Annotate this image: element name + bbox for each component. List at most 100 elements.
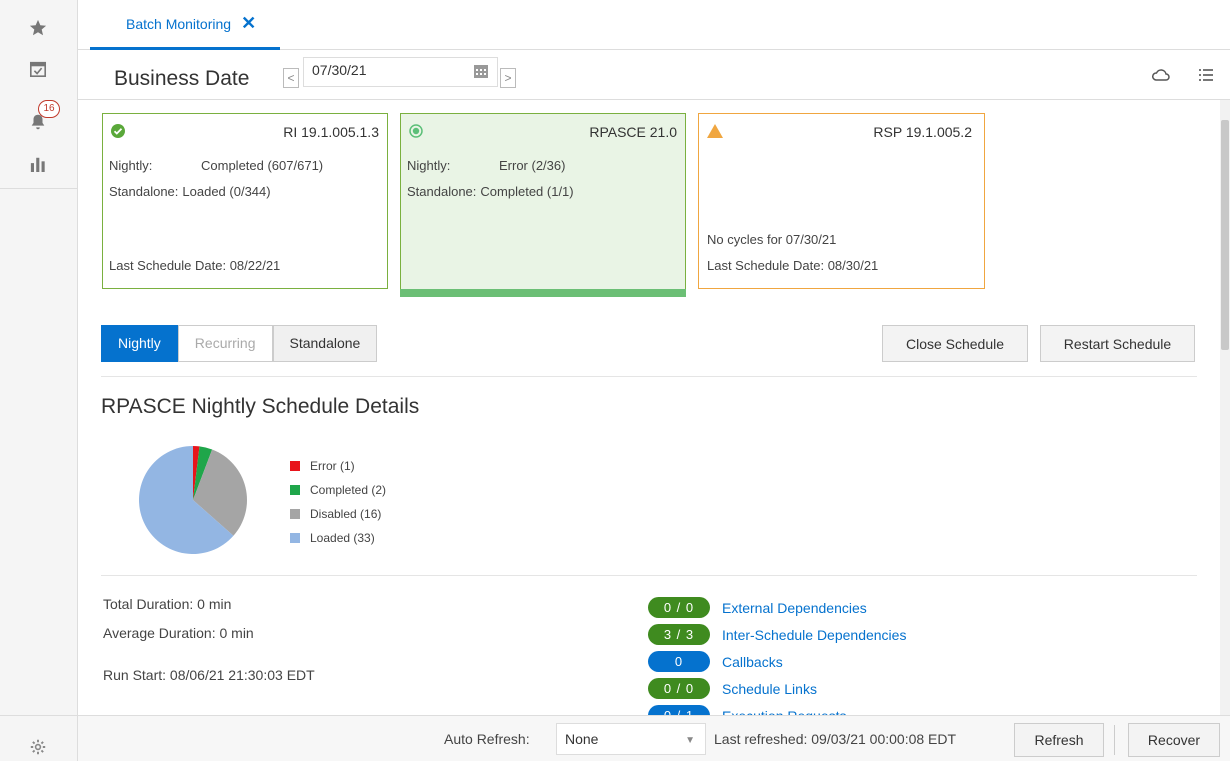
bell-icon[interactable]: 16 bbox=[24, 100, 60, 136]
dependency-count-badge: 0 / 1 bbox=[648, 705, 710, 715]
auto-refresh-select[interactable]: None ▼ bbox=[556, 723, 706, 755]
pie-legend: Error (1) Completed (2) Disabled (16) Loade… bbox=[290, 454, 386, 550]
legend-label: Disabled (16) bbox=[310, 507, 382, 521]
dependency-row: 0 / 1 Execution Requests bbox=[648, 702, 906, 715]
tab-strip: Batch Monitoring ✕ bbox=[78, 0, 1230, 50]
schedule-details-title: RPASCE Nightly Schedule Details bbox=[101, 395, 420, 418]
running-status-icon bbox=[409, 124, 423, 138]
average-duration: Average Duration: 0 min bbox=[103, 625, 254, 641]
application-card-ri[interactable]: RI 19.1.005.1.3 Nightly: Completed (607/6… bbox=[102, 113, 388, 289]
warning-icon bbox=[707, 124, 723, 138]
selected-card-indicator bbox=[400, 289, 686, 297]
legend-label: Completed (2) bbox=[310, 483, 387, 497]
application-card-rsp[interactable]: RSP 19.1.005.2 No cycles for 07/30/21 La… bbox=[698, 113, 985, 289]
auto-refresh-value: None bbox=[565, 731, 599, 747]
dependency-row: 0 / 0 Schedule Links bbox=[648, 675, 906, 702]
standalone-label: Standalone: bbox=[109, 184, 179, 199]
section-divider bbox=[101, 575, 1197, 576]
calendar-icon[interactable] bbox=[473, 63, 489, 79]
business-date-bar: Business Date < > bbox=[78, 50, 1230, 100]
legend-swatch bbox=[290, 461, 300, 471]
check-circle-icon bbox=[111, 124, 125, 138]
dependency-count-badge: 3 / 3 bbox=[648, 624, 710, 645]
legend-item: Completed (2) bbox=[290, 478, 386, 502]
footer-divider bbox=[1114, 725, 1115, 755]
calendar-check-icon[interactable] bbox=[24, 55, 52, 83]
nightly-label: Nightly: bbox=[407, 158, 451, 173]
nightly-status-row: Nightly: Error (2/36) bbox=[407, 158, 565, 173]
auto-refresh-label: Auto Refresh: bbox=[444, 731, 530, 747]
legend-swatch bbox=[290, 509, 300, 519]
nightly-status-row: Nightly: Completed (607/671) bbox=[109, 158, 323, 173]
application-card-rpasce[interactable]: RPASCE 21.0 Nightly: Error (2/36) Standal… bbox=[400, 113, 686, 297]
card-title: RI 19.1.005.1.3 bbox=[283, 124, 379, 140]
refresh-button[interactable]: Refresh bbox=[1014, 723, 1104, 757]
bar-chart-icon[interactable] bbox=[24, 150, 52, 178]
dependency-count-badge: 0 bbox=[648, 651, 710, 672]
dependency-count-badge: 0 / 0 bbox=[648, 678, 710, 699]
next-date-button[interactable]: > bbox=[500, 68, 516, 88]
dependency-count-badge: 0 / 0 bbox=[648, 597, 710, 618]
card-title: RPASCE 21.0 bbox=[589, 124, 677, 140]
section-divider bbox=[101, 376, 1197, 377]
dependency-link[interactable]: Schedule Links bbox=[722, 681, 817, 697]
close-icon[interactable]: ✕ bbox=[241, 13, 256, 34]
business-date-label: Business Date bbox=[114, 67, 250, 90]
dependency-link[interactable]: Inter-Schedule Dependencies bbox=[722, 627, 906, 643]
legend-label: Error (1) bbox=[310, 459, 355, 473]
standalone-status-row: Standalone: Completed (1/1) bbox=[407, 184, 574, 199]
legend-item: Disabled (16) bbox=[290, 502, 386, 526]
total-duration: Total Duration: 0 min bbox=[103, 596, 232, 612]
dependency-row: 0 / 0 External Dependencies bbox=[648, 594, 906, 621]
gear-icon[interactable] bbox=[24, 733, 52, 761]
card-title: RSP 19.1.005.2 bbox=[873, 124, 972, 140]
tab-standalone[interactable]: Standalone bbox=[272, 325, 378, 362]
last-refreshed-text: Last refreshed: 09/03/21 00:00:08 EDT bbox=[714, 731, 957, 747]
standalone-value: Loaded (0/344) bbox=[182, 184, 271, 199]
star-icon[interactable] bbox=[24, 14, 52, 42]
last-schedule-date: Last Schedule Date: 08/22/21 bbox=[109, 258, 281, 273]
dependency-row: 0 Callbacks bbox=[648, 648, 906, 675]
nightly-value: Completed (607/671) bbox=[201, 158, 324, 173]
dependency-links: 0 / 0 External Dependencies 3 / 3 Inter-Sch… bbox=[648, 594, 906, 715]
legend-swatch bbox=[290, 485, 300, 495]
tab-nightly[interactable]: Nightly bbox=[101, 325, 178, 362]
schedule-type-selector: Nightly Recurring Standalone bbox=[101, 325, 378, 362]
run-start: Run Start: 08/06/21 21:30:03 EDT bbox=[103, 667, 315, 683]
legend-item: Error (1) bbox=[290, 454, 386, 478]
business-date-input[interactable] bbox=[312, 62, 462, 78]
content-scrollbar[interactable] bbox=[1220, 100, 1230, 715]
legend-item: Loaded (33) bbox=[290, 526, 386, 550]
footer-bar: Auto Refresh: None ▼ Last refreshed: 09/… bbox=[78, 715, 1230, 761]
dependency-link[interactable]: Callbacks bbox=[722, 654, 783, 670]
tab-recurring[interactable]: Recurring bbox=[177, 325, 273, 362]
close-schedule-button[interactable]: Close Schedule bbox=[882, 325, 1028, 362]
standalone-label: Standalone: bbox=[407, 184, 477, 199]
dependency-link[interactable]: External Dependencies bbox=[722, 600, 867, 616]
standalone-status-row: Standalone: Loaded (0/344) bbox=[109, 184, 271, 199]
schedule-status-pie-chart bbox=[138, 446, 247, 554]
notification-count-badge: 16 bbox=[38, 100, 60, 118]
left-nav-rail: 16 bbox=[0, 0, 78, 761]
chevron-down-icon: ▼ bbox=[685, 735, 695, 746]
legend-swatch bbox=[290, 533, 300, 543]
nightly-value: Error (2/36) bbox=[499, 158, 566, 173]
list-view-icon[interactable] bbox=[1199, 68, 1213, 82]
tab-batch-monitoring[interactable]: Batch Monitoring ✕ bbox=[90, 0, 280, 50]
dependency-link[interactable]: Execution Requests bbox=[722, 708, 847, 716]
dependency-row: 3 / 3 Inter-Schedule Dependencies bbox=[648, 621, 906, 648]
nav-divider bbox=[0, 188, 78, 189]
scrollbar-thumb[interactable] bbox=[1221, 120, 1229, 350]
cloud-icon[interactable] bbox=[1152, 68, 1170, 82]
main-content: RI 19.1.005.1.3 Nightly: Completed (607/6… bbox=[78, 100, 1220, 715]
nightly-label: Nightly: bbox=[109, 158, 153, 173]
restart-schedule-button[interactable]: Restart Schedule bbox=[1040, 325, 1195, 362]
app-root: 16 Batch Monitoring ✕ Business Date < > bbox=[0, 0, 1230, 761]
previous-date-button[interactable]: < bbox=[283, 68, 299, 88]
recover-button[interactable]: Recover bbox=[1128, 723, 1220, 757]
no-cycles-message: No cycles for 07/30/21 bbox=[707, 232, 837, 247]
tab-label: Batch Monitoring bbox=[126, 15, 232, 32]
standalone-value: Completed (1/1) bbox=[480, 184, 574, 199]
last-schedule-date: Last Schedule Date: 08/30/21 bbox=[707, 258, 879, 273]
nav-divider bbox=[0, 715, 78, 716]
